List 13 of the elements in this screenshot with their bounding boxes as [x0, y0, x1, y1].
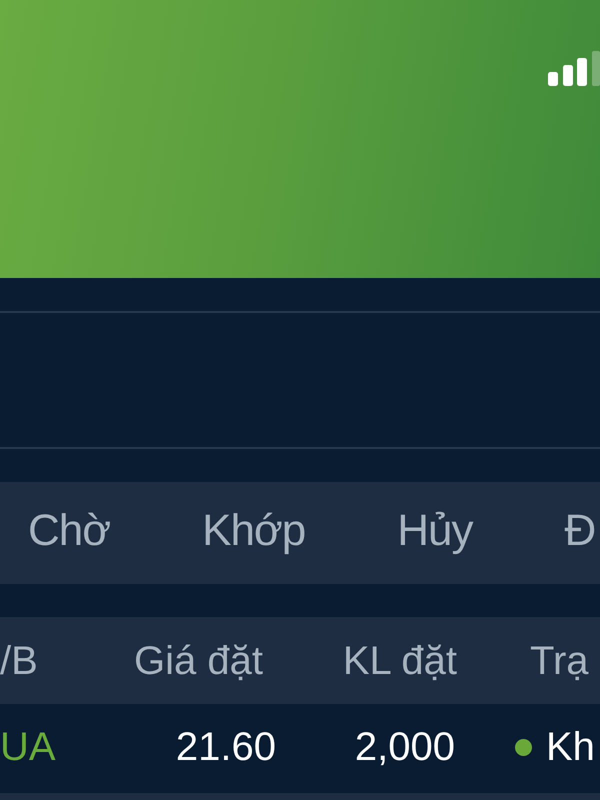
status-text: Kh — [546, 724, 595, 771]
tab[interactable]: Chờ — [28, 506, 110, 560]
column-header: Trạ — [530, 638, 589, 684]
column-header: /B — [0, 638, 38, 684]
column-header: Giá đặt — [134, 638, 263, 684]
tab[interactable]: Đ — [564, 506, 596, 560]
table-cell-text: 21.60 — [176, 724, 276, 771]
column-header: KL đặt — [342, 638, 457, 684]
tab[interactable]: Khớp — [202, 506, 306, 560]
signal-icon — [546, 51, 600, 86]
table-cell-text: UA — [0, 724, 56, 771]
table-cell-text: 2,000 — [354, 724, 455, 771]
tab[interactable]: Hủy — [397, 506, 473, 560]
